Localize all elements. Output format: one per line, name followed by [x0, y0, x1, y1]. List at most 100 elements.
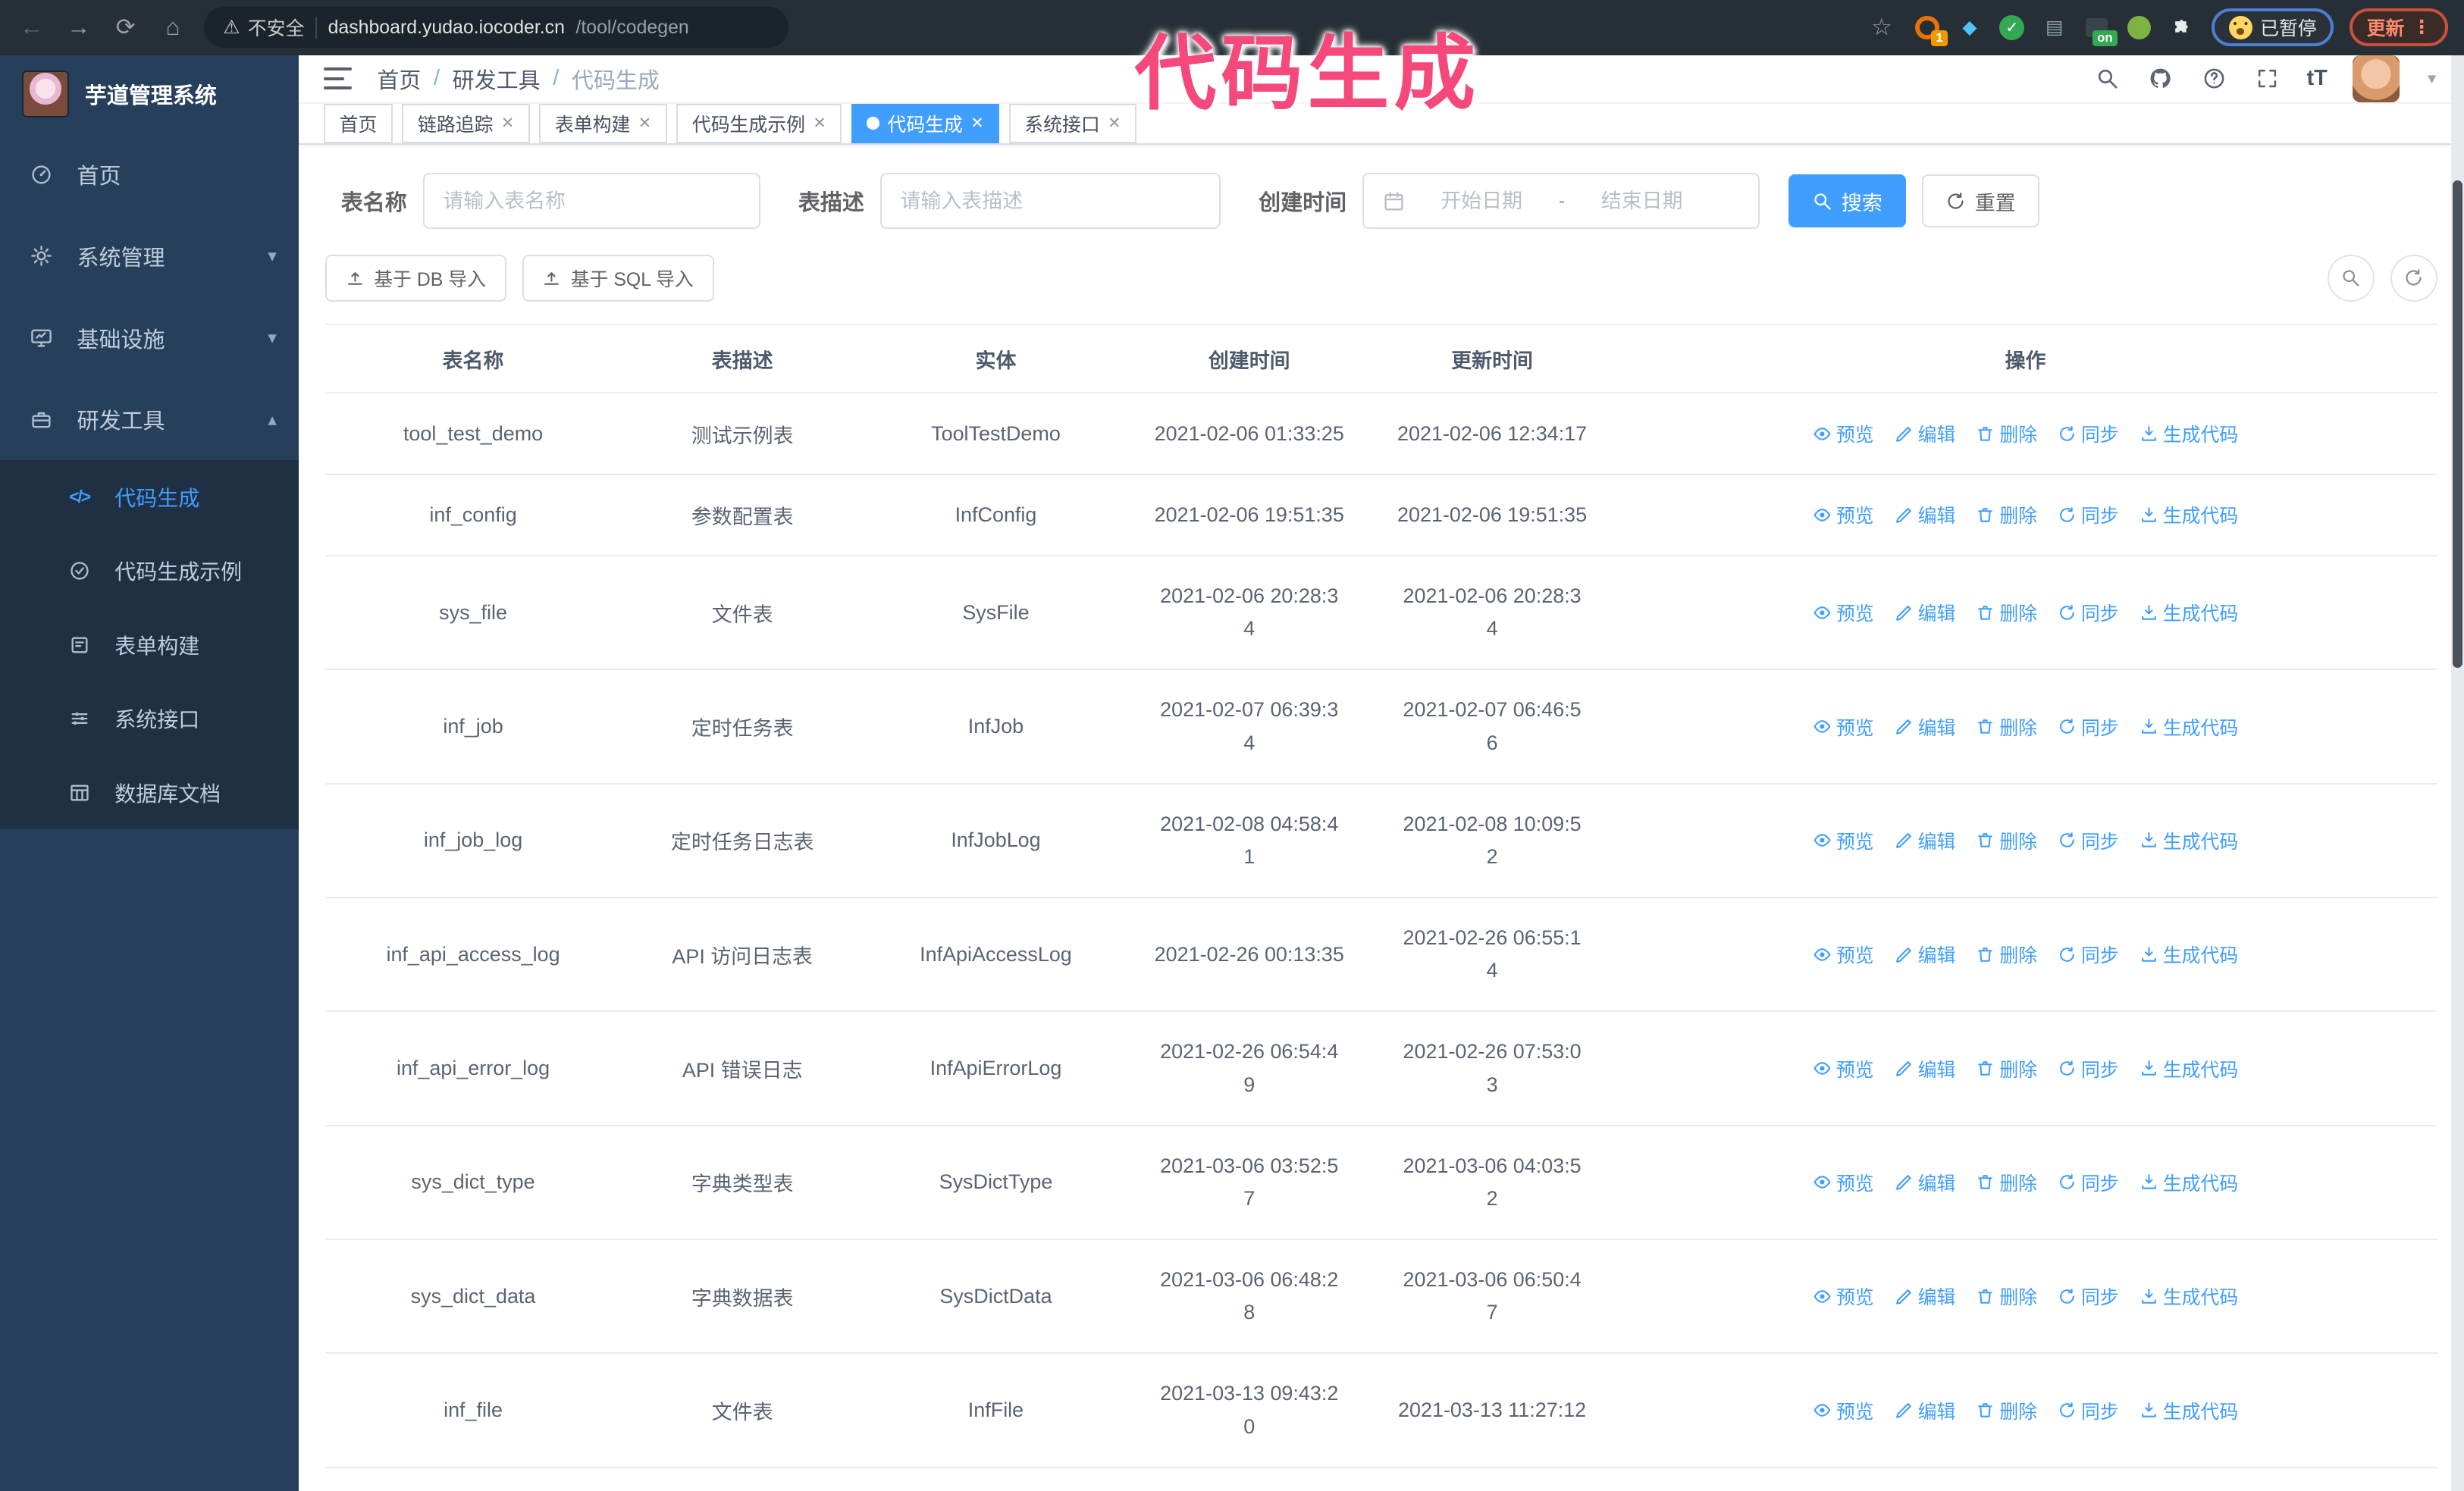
scrollbar-track[interactable]	[2451, 55, 2464, 1491]
sidebar-item-system[interactable]: 系统管理 ▾	[0, 215, 299, 297]
scrollbar-thumb[interactable]	[2453, 180, 2462, 668]
edit-link[interactable]: 编辑	[1895, 827, 1955, 854]
close-icon[interactable]: ✕	[501, 114, 514, 133]
extension-orange-icon[interactable]: 1	[1913, 14, 1948, 47]
font-size-icon[interactable]: tT	[2307, 66, 2328, 91]
sidebar-item-home[interactable]: 首页	[0, 133, 299, 215]
generate-code-link[interactable]: 生成代码	[2140, 501, 2238, 528]
delete-link[interactable]: 删除	[1976, 501, 2037, 528]
hamburger-icon[interactable]	[323, 67, 353, 90]
extension-sidebar-icon[interactable]: ▤	[2040, 14, 2068, 42]
url-bar[interactable]: ⚠ 不安全 dashboard.yudao.iocoder.cn/tool/co…	[204, 7, 789, 49]
table-row[interactable]: sys_file 文件表 SysFile 2021-02-06 20:28:3 …	[325, 555, 2437, 671]
toggle-search-button[interactable]	[2327, 254, 2375, 302]
date-range-picker[interactable]: -	[1362, 172, 1760, 230]
generate-code-link[interactable]: 生成代码	[2140, 420, 2238, 447]
update-button[interactable]: 更新 ⋮	[2350, 8, 2449, 47]
edit-link[interactable]: 编辑	[1895, 420, 1955, 447]
preview-link[interactable]: 预览	[1813, 1169, 1874, 1196]
generate-code-link[interactable]: 生成代码	[2140, 599, 2238, 626]
bookmark-star-icon[interactable]: ☆	[1866, 14, 1897, 41]
table-row[interactable]: inf_job 定时任务表 InfJob 2021-02-07 06:39:3 …	[325, 669, 2437, 785]
delete-link[interactable]: 删除	[1976, 713, 2037, 741]
sidebar-item-codegen-example[interactable]: 代码生成示例	[0, 534, 299, 608]
table-row[interactable]: inf_config 参数配置表 InfConfig 2021-02-06 19…	[325, 474, 2437, 556]
edit-link[interactable]: 编辑	[1895, 599, 1955, 626]
tab-home[interactable]: 首页	[323, 103, 393, 143]
extension-monkey-icon[interactable]	[2125, 14, 2153, 42]
sidebar-item-infra[interactable]: 基础设施 ▾	[0, 297, 299, 379]
sync-link[interactable]: 同步	[2058, 941, 2119, 968]
breadcrumb-home[interactable]: 首页	[377, 63, 421, 95]
refresh-table-button[interactable]	[2390, 254, 2437, 302]
sync-link[interactable]: 同步	[2058, 1055, 2119, 1082]
tab-tracing[interactable]: 链路追踪 ✕	[402, 103, 530, 143]
delete-link[interactable]: 删除	[1976, 1055, 2037, 1082]
preview-link[interactable]: 预览	[1813, 713, 1874, 741]
delete-link[interactable]: 删除	[1976, 420, 2037, 447]
preview-link[interactable]: 预览	[1813, 599, 1874, 626]
delete-link[interactable]: 删除	[1976, 1283, 2037, 1310]
close-icon[interactable]: ✕	[813, 114, 826, 133]
edit-link[interactable]: 编辑	[1895, 941, 1955, 968]
import-db-button[interactable]: 基于 DB 导入	[325, 254, 506, 302]
close-icon[interactable]: ✕	[970, 114, 983, 133]
sync-link[interactable]: 同步	[2058, 1283, 2119, 1310]
sync-link[interactable]: 同步	[2058, 827, 2119, 854]
start-date-input[interactable]	[1417, 189, 1547, 213]
sidebar-item-form-builder[interactable]: 表单构建	[0, 608, 299, 681]
table-name-input[interactable]	[443, 189, 741, 213]
generate-code-link[interactable]: 生成代码	[2140, 827, 2238, 854]
tab-codegen[interactable]: 代码生成 ✕	[851, 103, 1000, 143]
close-icon[interactable]: ✕	[638, 114, 651, 133]
extension-shield-icon[interactable]: ✓	[1998, 14, 2026, 42]
generate-code-link[interactable]: 生成代码	[2140, 1169, 2238, 1196]
table-row[interactable]: sys_dict_type 字典类型表 SysDictType 2021-03-…	[325, 1125, 2437, 1241]
table-row[interactable]: sys_dict_data 字典数据表 SysDictData 2021-03-…	[325, 1239, 2437, 1355]
sidebar-item-devtools[interactable]: 研发工具 ▴	[0, 378, 299, 460]
edit-link[interactable]: 编辑	[1895, 1169, 1955, 1196]
sync-link[interactable]: 同步	[2058, 1397, 2119, 1424]
generate-code-link[interactable]: 生成代码	[2140, 941, 2238, 968]
extension-gem-icon[interactable]: ◆	[1955, 14, 1983, 42]
generate-code-link[interactable]: 生成代码	[2140, 1397, 2238, 1424]
preview-link[interactable]: 预览	[1813, 1055, 1874, 1082]
table-row[interactable]: inf_api_error_log API 错误日志 InfApiErrorLo…	[325, 1011, 2437, 1126]
sidebar-item-db-doc[interactable]: 数据库文档	[0, 756, 299, 829]
preview-link[interactable]: 预览	[1813, 941, 1874, 968]
delete-link[interactable]: 删除	[1976, 827, 2037, 854]
generate-code-link[interactable]: 生成代码	[2140, 713, 2238, 741]
delete-link[interactable]: 删除	[1976, 941, 2037, 968]
preview-link[interactable]: 预览	[1813, 501, 1874, 528]
insecure-warning[interactable]: ⚠ 不安全	[223, 14, 304, 41]
close-icon[interactable]: ✕	[1108, 114, 1121, 133]
sync-link[interactable]: 同步	[2058, 420, 2119, 447]
reset-button[interactable]: 重置	[1921, 174, 2039, 228]
table-row[interactable]: inf_file 文件表 InfFile 2021-03-13 09:43:2 …	[325, 1353, 2437, 1468]
edit-link[interactable]: 编辑	[1895, 1397, 1955, 1424]
table-row[interactable]: inf_api_access_log API 访问日志表 InfApiAcces…	[325, 897, 2437, 1013]
sync-link[interactable]: 同步	[2058, 713, 2119, 741]
delete-link[interactable]: 删除	[1976, 599, 2037, 626]
preview-link[interactable]: 预览	[1813, 420, 1874, 447]
search-button[interactable]: 搜索	[1788, 174, 1906, 228]
back-icon[interactable]: ←	[16, 14, 47, 41]
extensions-puzzle-icon[interactable]	[2168, 14, 2196, 42]
generate-code-link[interactable]: 生成代码	[2140, 1055, 2238, 1082]
import-sql-button[interactable]: 基于 SQL 导入	[522, 254, 714, 302]
sync-link[interactable]: 同步	[2058, 599, 2119, 626]
avatar[interactable]	[2353, 55, 2400, 102]
edit-link[interactable]: 编辑	[1895, 713, 1955, 741]
generate-code-link[interactable]: 生成代码	[2140, 1283, 2238, 1310]
caret-down-icon[interactable]: ▼	[2425, 70, 2438, 87]
tab-system-api[interactable]: 系统接口 ✕	[1008, 103, 1137, 143]
preview-link[interactable]: 预览	[1813, 1397, 1874, 1424]
forward-icon[interactable]: →	[63, 14, 94, 41]
table-row[interactable]: inf_job_log 定时任务日志表 InfJobLog 2021-02-08…	[325, 783, 2437, 899]
sidebar-logo-row[interactable]: 芋道管理系统	[0, 55, 299, 134]
tab-form-builder[interactable]: 表单构建 ✕	[539, 103, 667, 143]
sidebar-item-codegen[interactable]: </> 代码生成	[0, 460, 299, 534]
preview-link[interactable]: 预览	[1813, 1283, 1874, 1310]
help-icon[interactable]	[2200, 64, 2228, 92]
reload-icon[interactable]: ⟳	[110, 14, 141, 41]
